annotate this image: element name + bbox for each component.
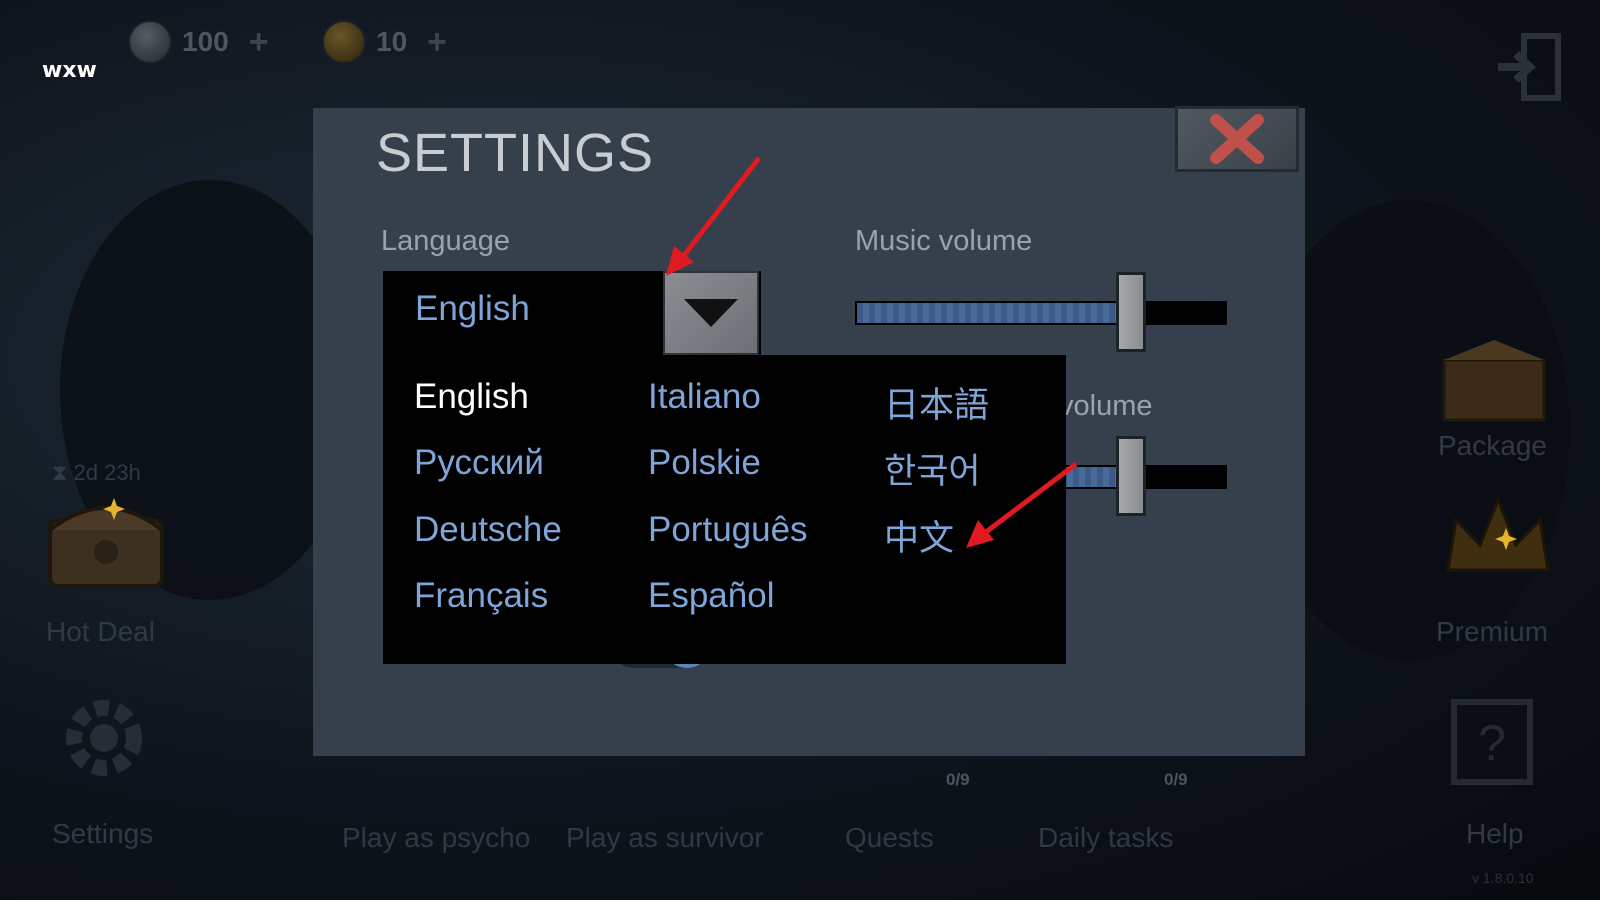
language-option-german[interactable]: Deutsche: [414, 510, 562, 550]
gear-icon[interactable]: [56, 690, 152, 786]
treasure-chest-icon[interactable]: [44, 490, 168, 590]
watermark-brand: wxw: [42, 58, 97, 83]
language-option-russian[interactable]: Русский: [414, 443, 544, 483]
language-option-french[interactable]: Français: [414, 576, 548, 616]
language-option-korean[interactable]: 한국어: [884, 443, 981, 494]
premium-label[interactable]: Premium: [1436, 616, 1548, 648]
language-option-portuguese[interactable]: Português: [648, 510, 808, 550]
version-text: v 1.8.0.10: [1472, 870, 1534, 886]
svg-text:?: ?: [1478, 715, 1506, 771]
language-option-chinese[interactable]: 中文: [884, 510, 954, 561]
language-dropdown-list: English Русский Deutsche Français Italia…: [383, 355, 1066, 664]
chevron-down-icon: [684, 299, 738, 327]
settings-title: SETTINGS: [376, 123, 655, 183]
sound-volume-label: volume: [1059, 390, 1153, 422]
soul-currency: 100 +: [128, 20, 269, 64]
language-option-english[interactable]: English: [414, 377, 529, 417]
daily-tasks-button[interactable]: Daily tasks: [1038, 822, 1173, 854]
language-option-spanish[interactable]: Español: [648, 576, 774, 616]
add-soul-plus-icon[interactable]: +: [249, 23, 269, 62]
exit-door-icon[interactable]: [1494, 30, 1564, 104]
play-as-psycho-button[interactable]: Play as psycho: [342, 822, 530, 854]
add-gold-plus-icon[interactable]: +: [427, 23, 447, 62]
language-select[interactable]: English: [383, 271, 761, 355]
music-volume-label: Music volume: [855, 225, 1033, 257]
hot-deal-label[interactable]: Hot Deal: [46, 616, 155, 648]
skull-coin-icon: [322, 20, 366, 64]
play-as-survivor-button[interactable]: Play as survivor: [566, 822, 764, 854]
dropdown-toggle-button[interactable]: [663, 271, 759, 355]
settings-menu-label[interactable]: Settings: [52, 818, 153, 850]
help-question-icon[interactable]: ?: [1446, 694, 1538, 790]
gold-amount: 10: [376, 26, 408, 57]
close-x-icon: [1210, 114, 1264, 164]
package-gift-icon[interactable]: [1436, 330, 1552, 426]
package-label[interactable]: Package: [1438, 430, 1547, 462]
soul-amount: 100: [182, 26, 229, 57]
help-label[interactable]: Help: [1466, 818, 1524, 850]
daily-tasks-counter: 0/9: [1164, 770, 1188, 789]
sound-volume-handle[interactable]: [1116, 436, 1146, 516]
language-option-italian[interactable]: Italiano: [648, 377, 761, 417]
quests-button[interactable]: Quests: [845, 822, 934, 854]
music-volume-slider[interactable]: [855, 272, 1227, 352]
crown-icon[interactable]: [1438, 490, 1558, 586]
music-volume-handle[interactable]: [1116, 272, 1146, 352]
language-option-polish[interactable]: Polskie: [648, 443, 761, 483]
close-button[interactable]: [1175, 106, 1299, 172]
language-label: Language: [381, 225, 511, 257]
pentagram-coin-icon: [128, 20, 172, 64]
language-option-japanese[interactable]: 日本語: [884, 377, 989, 428]
music-volume-fill: [857, 303, 1122, 323]
deal-timer: ⧗ 2d 23h: [52, 460, 141, 485]
quests-counter: 0/9: [946, 770, 970, 789]
language-selected-value: English: [415, 289, 530, 328]
gold-currency: 10 +: [322, 20, 447, 64]
